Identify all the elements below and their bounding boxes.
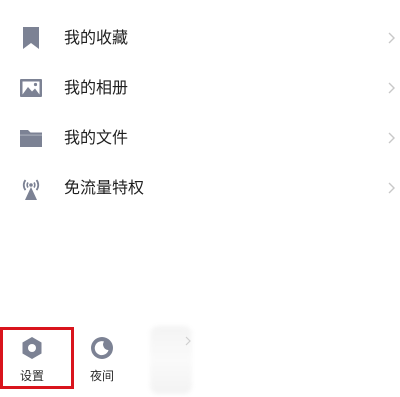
- menu-item-favorites[interactable]: 我的收藏: [0, 16, 400, 60]
- chevron-right-icon: [388, 132, 395, 144]
- image-icon: [17, 74, 45, 102]
- menu-item-album[interactable]: 我的相册: [0, 66, 400, 110]
- chevron-right-icon: [388, 182, 395, 194]
- signal-tower-icon: [17, 174, 45, 202]
- bookmark-icon: [17, 24, 45, 52]
- highlight-box: [0, 327, 74, 389]
- menu-item-label: 我的文件: [64, 128, 129, 147]
- folder-icon: [17, 124, 45, 152]
- chevron-right-icon: [185, 336, 191, 346]
- chevron-right-icon: [388, 32, 395, 44]
- menu-item-files[interactable]: 我的文件: [0, 116, 400, 160]
- menu-item-label: 我的相册: [64, 78, 129, 97]
- night-mode-button[interactable]: 夜间: [74, 330, 130, 394]
- menu-item-label: 免流量特权: [64, 178, 145, 197]
- menu-item-free-data[interactable]: 免流量特权: [0, 166, 400, 210]
- menu-item-label: 我的收藏: [64, 28, 129, 47]
- night-mode-label: 夜间: [89, 369, 114, 383]
- chevron-right-icon: [388, 82, 395, 94]
- moon-icon: [91, 337, 113, 359]
